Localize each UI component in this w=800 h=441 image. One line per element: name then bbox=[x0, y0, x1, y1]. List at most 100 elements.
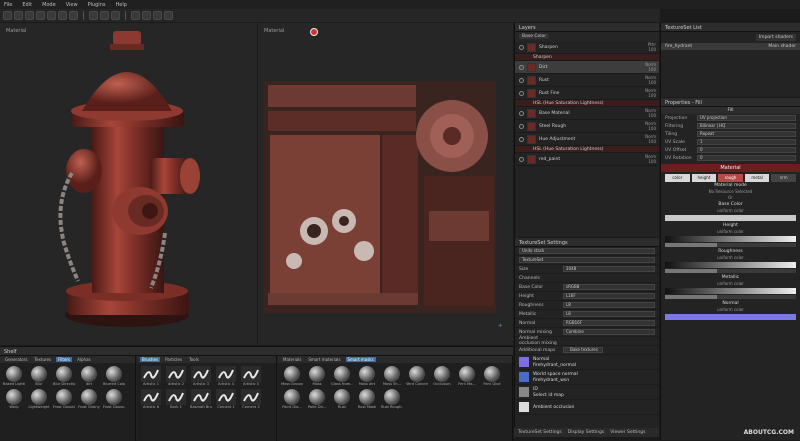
shelf-item[interactable]: Artistic 1 bbox=[140, 366, 162, 386]
layer-effect-row[interactable]: HSL (Hue Saturation Lightness) bbox=[515, 100, 659, 107]
shelf-item[interactable]: Artistic 5 bbox=[240, 366, 262, 386]
visibility-eye-icon[interactable] bbox=[519, 156, 524, 162]
visibility-eye-icon[interactable] bbox=[519, 44, 524, 50]
visibility-eye-icon[interactable] bbox=[519, 136, 524, 142]
shelf-item[interactable]: Lightweight bbox=[28, 389, 50, 409]
shelf-tab[interactable]: Smart materials bbox=[306, 357, 342, 362]
shelf-tab[interactable]: Materials bbox=[281, 357, 303, 362]
tab-viewer-settings[interactable]: Viewer Settings bbox=[610, 430, 645, 435]
layer-opacity[interactable]: 100 bbox=[648, 126, 656, 131]
layer-row[interactable]: Sharpen Pthr 100 bbox=[515, 41, 659, 54]
shelf-item[interactable]: Fern Glue bbox=[481, 366, 503, 386]
layer-effect-row[interactable]: Sharpen bbox=[515, 54, 659, 61]
textureset-item[interactable]: fire_hydrant Main shader bbox=[661, 43, 800, 50]
layer-blend-opacity[interactable]: Norm 100 bbox=[645, 134, 659, 144]
bake-textures-button[interactable]: Bake textures bbox=[563, 347, 603, 353]
channel-nrm-button[interactable]: nrm bbox=[771, 174, 796, 182]
shelf-tab[interactable]: Textures bbox=[32, 357, 53, 362]
property-value[interactable]: 0 bbox=[697, 155, 796, 161]
visibility-eye-icon[interactable] bbox=[519, 90, 524, 96]
layer-blend-opacity[interactable]: Norm 100 bbox=[645, 121, 659, 131]
shelf-item[interactable]: Frost Gaussi... bbox=[53, 389, 75, 409]
size-select[interactable]: 2048 bbox=[563, 266, 655, 272]
textureset-field[interactable]: TextureSet bbox=[519, 257, 655, 263]
layer-opacity[interactable]: 100 bbox=[648, 47, 656, 52]
visibility-eye-icon[interactable] bbox=[519, 110, 524, 116]
viewport-3d[interactable]: Material bbox=[0, 23, 257, 345]
channel-color-button[interactable]: color bbox=[665, 174, 690, 182]
map-row[interactable]: Normal firehydrant_normal bbox=[515, 355, 659, 370]
shelf-item[interactable]: Artistic 3 bbox=[190, 366, 212, 386]
shelf-item[interactable]: Warp bbox=[3, 389, 25, 409]
value-gradient[interactable] bbox=[665, 236, 796, 242]
layer-row[interactable]: Dirt Norm 100 bbox=[515, 61, 659, 74]
layer-row[interactable]: red_paint Norm 100 bbox=[515, 153, 659, 166]
layer-blend-opacity[interactable]: Norm 100 bbox=[645, 108, 659, 118]
channel-format-select[interactable]: L8 bbox=[563, 302, 655, 308]
value-gradient[interactable] bbox=[665, 288, 796, 294]
shelf-item[interactable]: Blur Directio... bbox=[53, 366, 75, 386]
map-row[interactable]: Ambient occlusion bbox=[515, 400, 659, 415]
shelf-tab[interactable]: Particles bbox=[163, 357, 184, 362]
layer-row[interactable]: Rust Fine Norm 100 bbox=[515, 87, 659, 100]
shelf-item[interactable]: Blur bbox=[28, 366, 50, 386]
screenshot-icon[interactable] bbox=[164, 11, 173, 20]
channel-format-select[interactable]: RGB16F bbox=[563, 320, 655, 326]
layer-opacity[interactable]: 100 bbox=[648, 80, 656, 85]
channel-rough-button[interactable]: rough bbox=[718, 174, 743, 182]
camera-icon[interactable] bbox=[100, 11, 109, 20]
projection-tool-icon[interactable] bbox=[25, 11, 34, 20]
shelf-item[interactable]: Moss bbox=[306, 366, 328, 386]
map-row[interactable]: ID Select id map bbox=[515, 385, 659, 400]
tab-display-settings[interactable]: Display Settings bbox=[568, 430, 604, 435]
color-swatch[interactable] bbox=[665, 215, 796, 221]
render-icon[interactable] bbox=[131, 11, 140, 20]
value-slider[interactable] bbox=[665, 295, 796, 299]
channel-select[interactable]: Base Color bbox=[519, 34, 550, 39]
shelf-item[interactable]: Artistic 4 bbox=[215, 366, 237, 386]
shelf-tab[interactable]: Filters bbox=[56, 357, 73, 362]
shelf-item[interactable]: Glass from... bbox=[331, 366, 353, 386]
lighting-icon[interactable] bbox=[111, 11, 120, 20]
tab-textureset-settings[interactable]: TextureSet Settings bbox=[518, 430, 562, 435]
shelf-item[interactable]: Frost Grainy bbox=[78, 389, 100, 409]
shelf-item[interactable]: Artistic 2 bbox=[165, 366, 187, 386]
value-slider[interactable] bbox=[665, 269, 796, 273]
shelf-item[interactable]: Paint Dir... bbox=[306, 389, 328, 409]
shelf-item[interactable]: Basmati Brush bbox=[190, 389, 212, 409]
layer-opacity[interactable]: 100 bbox=[648, 113, 656, 118]
property-value[interactable]: Repeat bbox=[697, 131, 796, 137]
color-swatch[interactable] bbox=[665, 314, 796, 320]
shelf-tab[interactable]: Smart masks bbox=[345, 357, 376, 362]
normal-mixing-select[interactable]: Combine bbox=[563, 329, 655, 335]
shelf-item[interactable]: Fern Ma... bbox=[456, 366, 478, 386]
paint-tool-icon[interactable] bbox=[3, 11, 12, 20]
eraser-tool-icon[interactable] bbox=[14, 11, 23, 20]
visibility-eye-icon[interactable] bbox=[519, 123, 524, 129]
channel-height-button[interactable]: height bbox=[691, 174, 717, 182]
menu-plugins[interactable]: Plugins bbox=[88, 2, 106, 8]
viewport-2d[interactable]: Material ✛ bbox=[258, 23, 513, 345]
shelf-item[interactable]: Frost Gauss... bbox=[103, 389, 125, 409]
value-slider[interactable] bbox=[665, 243, 796, 247]
property-value[interactable]: 1 bbox=[697, 139, 796, 145]
menu-mode[interactable]: Mode bbox=[42, 2, 56, 8]
map-row[interactable]: World space normal firehydrant_wsn bbox=[515, 370, 659, 385]
layer-blend-opacity[interactable]: Norm 100 bbox=[645, 62, 659, 72]
menu-help[interactable]: Help bbox=[115, 2, 126, 8]
layer-opacity[interactable]: 100 bbox=[648, 139, 656, 144]
shelf-item[interactable]: Cement 2 bbox=[240, 389, 262, 409]
shelf-item[interactable]: dirt bbox=[78, 366, 100, 386]
property-value[interactable]: 0 bbox=[697, 147, 796, 153]
shelf-item[interactable]: Baked Lighti... bbox=[3, 366, 25, 386]
shelf-item[interactable]: Cement 1 bbox=[215, 389, 237, 409]
shelf-item[interactable]: Moss Sh... bbox=[381, 366, 403, 386]
shelf-item[interactable]: Occlusion bbox=[431, 366, 453, 386]
shelf-item[interactable]: Artistic 6 bbox=[140, 389, 162, 409]
smudge-tool-icon[interactable] bbox=[47, 11, 56, 20]
layer-opacity[interactable]: 100 bbox=[648, 93, 656, 98]
shelf-item[interactable]: Vent Concrete bbox=[406, 366, 428, 386]
menu-view[interactable]: View bbox=[66, 2, 78, 8]
shelf-item[interactable]: Blurred Color bbox=[103, 366, 125, 386]
visibility-eye-icon[interactable] bbox=[519, 77, 524, 83]
